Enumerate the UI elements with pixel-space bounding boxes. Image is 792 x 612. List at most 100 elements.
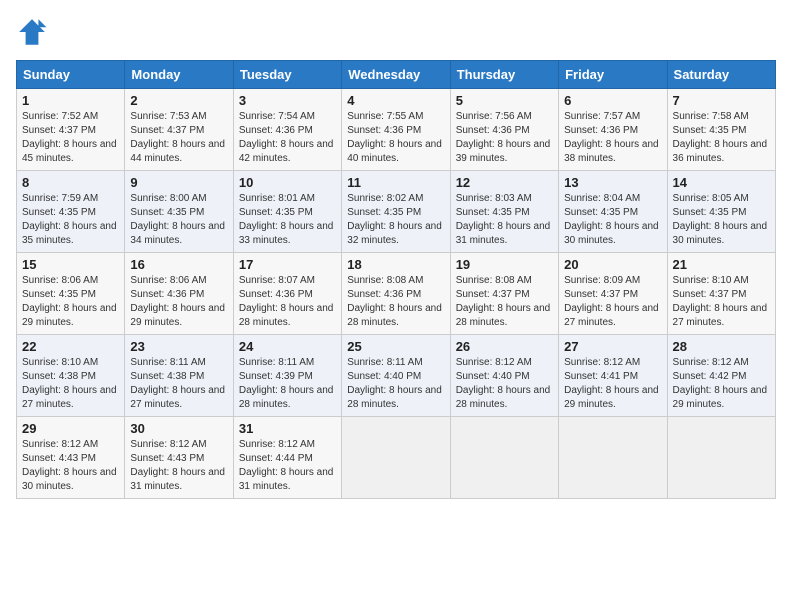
day-number: 25 — [347, 339, 444, 354]
day-number: 20 — [564, 257, 661, 272]
calendar-cell — [667, 417, 775, 499]
day-info: Sunrise: 7:57 AMSunset: 4:36 PMDaylight:… — [564, 110, 661, 166]
calendar-cell: 29 Sunrise: 8:12 AMSunset: 4:43 PMDayligh… — [17, 417, 125, 499]
day-number: 18 — [347, 257, 444, 272]
calendar-cell: 15 Sunrise: 8:06 AMSunset: 4:35 PMDayligh… — [17, 253, 125, 335]
day-info: Sunrise: 8:12 AMSunset: 4:43 PMDaylight:… — [22, 438, 119, 494]
day-info: Sunrise: 7:59 AMSunset: 4:35 PMDaylight:… — [22, 192, 119, 248]
calendar-cell: 1Sunrise: 7:52 AMSunset: 4:37 PMDaylight… — [17, 89, 125, 171]
day-number: 21 — [673, 257, 770, 272]
weekday-header-thursday: Thursday — [450, 61, 558, 89]
day-info: Sunrise: 8:10 AMSunset: 4:37 PMDaylight:… — [673, 274, 770, 330]
calendar-cell: 9Sunrise: 8:00 AMSunset: 4:35 PMDaylight… — [125, 171, 233, 253]
calendar-body: 1Sunrise: 7:52 AMSunset: 4:37 PMDaylight… — [17, 89, 776, 499]
calendar-cell: 5 Sunrise: 7:56 AMSunset: 4:36 PMDaylight… — [450, 89, 558, 171]
day-number: 14 — [673, 175, 770, 190]
day-number: 31 — [239, 421, 336, 436]
day-info: Sunrise: 8:06 AMSunset: 4:35 PMDaylight:… — [22, 274, 119, 330]
day-number: 15 — [22, 257, 119, 272]
day-number: 29 — [22, 421, 119, 436]
page-header — [16, 16, 776, 48]
day-info: Sunrise: 8:01 AMSunset: 4:35 PMDaylight:… — [239, 192, 336, 248]
calendar-week-row: 29 Sunrise: 8:12 AMSunset: 4:43 PMDayligh… — [17, 417, 776, 499]
calendar-cell: 7 Sunrise: 7:58 AMSunset: 4:35 PMDaylight… — [667, 89, 775, 171]
day-info: Sunrise: 8:12 AMSunset: 4:41 PMDaylight:… — [564, 356, 661, 412]
day-info: Sunrise: 8:12 AMSunset: 4:40 PMDaylight:… — [456, 356, 553, 412]
weekday-header-wednesday: Wednesday — [342, 61, 450, 89]
calendar-header: SundayMondayTuesdayWednesdayThursdayFrid… — [17, 61, 776, 89]
day-info: Sunrise: 8:06 AMSunset: 4:36 PMDaylight:… — [130, 274, 227, 330]
day-info: Sunrise: 8:08 AMSunset: 4:37 PMDaylight:… — [456, 274, 553, 330]
day-number: 8 — [22, 175, 119, 190]
calendar-cell: 3 Sunrise: 7:54 AMSunset: 4:36 PMDaylight… — [233, 89, 341, 171]
calendar-cell: 19 Sunrise: 8:08 AMSunset: 4:37 PMDayligh… — [450, 253, 558, 335]
calendar-cell: 13Sunrise: 8:04 AMSunset: 4:35 PMDayligh… — [559, 171, 667, 253]
calendar-cell — [342, 417, 450, 499]
day-info: Sunrise: 8:05 AMSunset: 4:35 PMDaylight:… — [673, 192, 770, 248]
day-info: Sunrise: 7:55 AMSunset: 4:36 PMDaylight:… — [347, 110, 444, 166]
day-number: 26 — [456, 339, 553, 354]
calendar-cell: 18 Sunrise: 8:08 AMSunset: 4:36 PMDayligh… — [342, 253, 450, 335]
day-info: Sunrise: 7:56 AMSunset: 4:36 PMDaylight:… — [456, 110, 553, 166]
day-info: Sunrise: 8:11 AMSunset: 4:40 PMDaylight:… — [347, 356, 444, 412]
calendar-cell: 12Sunrise: 8:03 AMSunset: 4:35 PMDayligh… — [450, 171, 558, 253]
day-info: Sunrise: 8:09 AMSunset: 4:37 PMDaylight:… — [564, 274, 661, 330]
day-number: 23 — [130, 339, 227, 354]
day-info: Sunrise: 8:11 AMSunset: 4:38 PMDaylight:… — [130, 356, 227, 412]
day-number: 4 — [347, 93, 444, 108]
day-info: Sunrise: 8:02 AMSunset: 4:35 PMDaylight:… — [347, 192, 444, 248]
day-number: 27 — [564, 339, 661, 354]
day-number: 24 — [239, 339, 336, 354]
calendar-cell: 20 Sunrise: 8:09 AMSunset: 4:37 PMDayligh… — [559, 253, 667, 335]
weekday-header-row: SundayMondayTuesdayWednesdayThursdayFrid… — [17, 61, 776, 89]
calendar-cell: 17Sunrise: 8:07 AMSunset: 4:36 PMDayligh… — [233, 253, 341, 335]
day-info: Sunrise: 8:00 AMSunset: 4:35 PMDaylight:… — [130, 192, 227, 248]
day-info: Sunrise: 8:12 AMSunset: 4:44 PMDaylight:… — [239, 438, 336, 494]
day-number: 6 — [564, 93, 661, 108]
day-number: 2 — [130, 93, 227, 108]
day-number: 17 — [239, 257, 336, 272]
day-info: Sunrise: 7:52 AMSunset: 4:37 PMDaylight:… — [22, 110, 119, 166]
day-number: 22 — [22, 339, 119, 354]
weekday-header-friday: Friday — [559, 61, 667, 89]
calendar-table: SundayMondayTuesdayWednesdayThursdayFrid… — [16, 60, 776, 499]
calendar-cell: 24 Sunrise: 8:11 AMSunset: 4:39 PMDayligh… — [233, 335, 341, 417]
day-number: 5 — [456, 93, 553, 108]
day-info: Sunrise: 7:53 AMSunset: 4:37 PMDaylight:… — [130, 110, 227, 166]
day-number: 16 — [130, 257, 227, 272]
day-info: Sunrise: 8:12 AMSunset: 4:43 PMDaylight:… — [130, 438, 227, 494]
calendar-cell: 21 Sunrise: 8:10 AMSunset: 4:37 PMDayligh… — [667, 253, 775, 335]
calendar-week-row: 22 Sunrise: 8:10 AMSunset: 4:38 PMDayligh… — [17, 335, 776, 417]
day-info: Sunrise: 7:54 AMSunset: 4:36 PMDaylight:… — [239, 110, 336, 166]
calendar-week-row: 8 Sunrise: 7:59 AMSunset: 4:35 PMDaylight… — [17, 171, 776, 253]
calendar-cell — [559, 417, 667, 499]
calendar-cell: 16 Sunrise: 8:06 AMSunset: 4:36 PMDayligh… — [125, 253, 233, 335]
calendar-cell: 28Sunrise: 8:12 AMSunset: 4:42 PMDayligh… — [667, 335, 775, 417]
day-info: Sunrise: 8:11 AMSunset: 4:39 PMDaylight:… — [239, 356, 336, 412]
weekday-header-sunday: Sunday — [17, 61, 125, 89]
calendar-week-row: 15 Sunrise: 8:06 AMSunset: 4:35 PMDayligh… — [17, 253, 776, 335]
logo-icon — [16, 16, 48, 48]
day-info: Sunrise: 7:58 AMSunset: 4:35 PMDaylight:… — [673, 110, 770, 166]
day-number: 19 — [456, 257, 553, 272]
logo — [16, 16, 52, 48]
day-info: Sunrise: 8:08 AMSunset: 4:36 PMDaylight:… — [347, 274, 444, 330]
calendar-week-row: 1Sunrise: 7:52 AMSunset: 4:37 PMDaylight… — [17, 89, 776, 171]
calendar-cell: 4 Sunrise: 7:55 AMSunset: 4:36 PMDaylight… — [342, 89, 450, 171]
weekday-header-saturday: Saturday — [667, 61, 775, 89]
calendar-cell: 23 Sunrise: 8:11 AMSunset: 4:38 PMDayligh… — [125, 335, 233, 417]
calendar-cell: 31 Sunrise: 8:12 AMSunset: 4:44 PMDayligh… — [233, 417, 341, 499]
day-number: 13 — [564, 175, 661, 190]
calendar-cell: 10Sunrise: 8:01 AMSunset: 4:35 PMDayligh… — [233, 171, 341, 253]
calendar-cell: 30Sunrise: 8:12 AMSunset: 4:43 PMDayligh… — [125, 417, 233, 499]
day-info: Sunrise: 8:10 AMSunset: 4:38 PMDaylight:… — [22, 356, 119, 412]
calendar-cell: 8 Sunrise: 7:59 AMSunset: 4:35 PMDaylight… — [17, 171, 125, 253]
calendar-cell — [450, 417, 558, 499]
day-number: 7 — [673, 93, 770, 108]
calendar-cell: 11Sunrise: 8:02 AMSunset: 4:35 PMDayligh… — [342, 171, 450, 253]
calendar-cell: 27 Sunrise: 8:12 AMSunset: 4:41 PMDayligh… — [559, 335, 667, 417]
calendar-cell: 2 Sunrise: 7:53 AMSunset: 4:37 PMDaylight… — [125, 89, 233, 171]
calendar-cell: 26 Sunrise: 8:12 AMSunset: 4:40 PMDayligh… — [450, 335, 558, 417]
day-info: Sunrise: 8:12 AMSunset: 4:42 PMDaylight:… — [673, 356, 770, 412]
day-number: 3 — [239, 93, 336, 108]
